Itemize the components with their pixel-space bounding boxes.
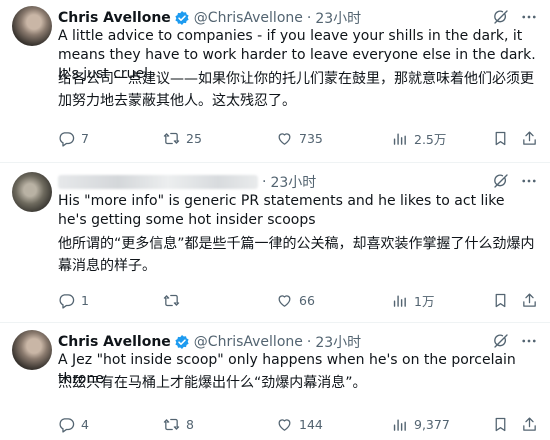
retweet-count: 25 (186, 130, 202, 146)
tweet-header: Chris Avellone @ChrisAvellone · 23小时 (58, 8, 540, 28)
reply-count: 4 (81, 416, 89, 432)
bookmark-icon[interactable] (492, 130, 509, 147)
grok-icon[interactable] (492, 8, 510, 26)
views-icon (391, 416, 408, 433)
like-icon (276, 130, 293, 147)
tweet-translation: 给各公司一点建议——如果你让你的托儿们蒙在鼓里，那就意味着他们必须更加努力地去蒙… (58, 71, 534, 109)
like-icon (276, 292, 293, 309)
timestamp[interactable]: 23小时 (315, 8, 361, 28)
like-button[interactable]: 144 (276, 416, 323, 433)
tweet[interactable]: Chris Avellone @ChrisAvellone · 23小时 A l… (0, 0, 550, 162)
author-handle[interactable]: @ChrisAvellone (194, 334, 303, 350)
reply-button[interactable]: 7 (58, 130, 89, 147)
author-name-redacted (58, 175, 258, 189)
like-count: 735 (299, 130, 323, 146)
tweet-actions: 1 66 1万 (58, 290, 538, 310)
more-icon[interactable] (520, 332, 538, 350)
bookmark-icon[interactable] (492, 416, 509, 433)
views-button[interactable]: 1万 (391, 291, 434, 310)
reply-icon (58, 416, 75, 433)
like-button[interactable]: 66 (276, 292, 315, 309)
view-count: 2.5万 (414, 131, 447, 147)
separator: · (262, 174, 267, 190)
tweet-header: Chris Avellone @ChrisAvellone · 23小时 (58, 332, 540, 352)
reply-count: 7 (81, 130, 89, 146)
separator: · (306, 334, 312, 350)
author-handle[interactable]: @ChrisAvellone (194, 10, 303, 26)
avatar[interactable] (12, 172, 52, 212)
views-icon (391, 292, 408, 309)
tweet-header: · 23小时 (58, 172, 540, 192)
like-count: 66 (299, 292, 315, 308)
tweet[interactable]: · 23小时 His "more info" is generic PR sta… (0, 162, 550, 322)
retweet-icon (163, 416, 180, 433)
bookmark-icon[interactable] (492, 292, 509, 309)
views-button[interactable]: 9,377 (391, 416, 450, 433)
retweet-button[interactable]: 8 (163, 416, 194, 433)
reply-icon (58, 130, 75, 147)
retweet-icon (163, 292, 180, 309)
separator: · (306, 10, 312, 26)
views-button[interactable]: 2.5万 (391, 129, 446, 148)
timestamp[interactable]: 23小时 (270, 172, 316, 192)
retweet-button[interactable] (163, 292, 186, 309)
timestamp[interactable]: 23小时 (315, 332, 361, 352)
tweet-translation: 他所谓的“更多信息”都是些千篇一律的公关稿，却喜欢装作掌握了什么劲爆内幕消息的样… (58, 236, 535, 274)
view-count: 1万 (414, 293, 435, 309)
avatar[interactable] (12, 330, 52, 370)
author-name[interactable]: Chris Avellone (58, 10, 171, 26)
tweet-actions: 4 8 144 9,377 (58, 414, 538, 434)
like-button[interactable]: 735 (276, 130, 323, 147)
share-icon[interactable] (521, 292, 538, 309)
tweet[interactable]: Chris Avellone @ChrisAvellone · 23小时 A J… (0, 322, 550, 440)
more-icon[interactable] (520, 172, 538, 190)
verified-badge-icon (174, 10, 190, 26)
view-count: 9,377 (414, 416, 450, 432)
author-name[interactable]: Chris Avellone (58, 334, 171, 350)
grok-icon[interactable] (492, 332, 510, 350)
like-icon (276, 416, 293, 433)
avatar[interactable] (12, 6, 52, 46)
reply-count: 1 (81, 292, 89, 308)
retweet-icon (163, 130, 180, 147)
views-icon (391, 130, 408, 147)
retweet-count: 8 (186, 416, 194, 432)
verified-badge-icon (174, 334, 190, 350)
more-icon[interactable] (520, 8, 538, 26)
grok-icon[interactable] (492, 172, 510, 190)
retweet-button[interactable]: 25 (163, 130, 202, 147)
tweet-actions: 7 25 735 2.5万 (58, 128, 538, 148)
reply-button[interactable]: 1 (58, 292, 89, 309)
like-count: 144 (299, 416, 323, 432)
share-icon[interactable] (521, 130, 538, 147)
reply-button[interactable]: 4 (58, 416, 89, 433)
tweet-translation: 杰兹只有在马桶上才能爆出什么“劲爆内幕消息”。 (58, 375, 367, 391)
share-icon[interactable] (521, 416, 538, 433)
reply-icon (58, 292, 75, 309)
tweet-text: His "more info" is generic PR statements… (58, 193, 505, 228)
